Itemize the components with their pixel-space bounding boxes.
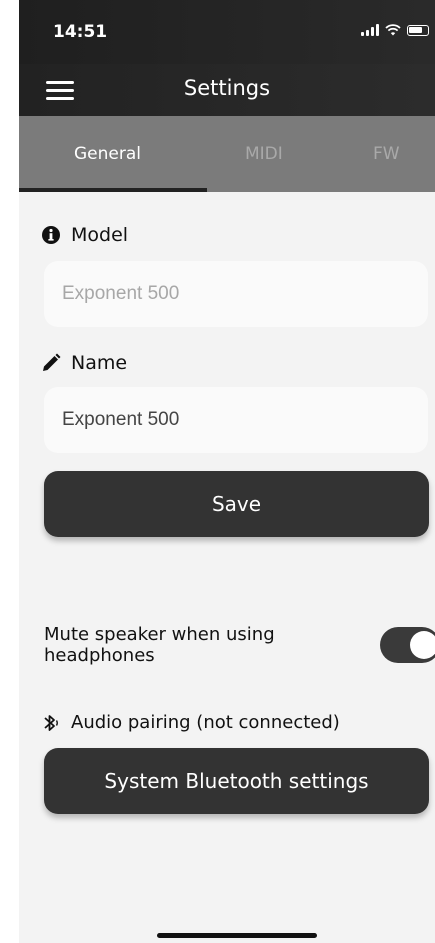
audio-pairing-label: Audio pairing (not connected) <box>41 712 340 733</box>
app-header: Settings <box>19 64 435 116</box>
system-bluetooth-settings-button[interactable]: System Bluetooth settings <box>44 748 429 814</box>
toggle-knob <box>410 631 435 659</box>
tab-midi[interactable]: MIDI <box>245 144 283 164</box>
status-time: 14:51 <box>53 22 108 42</box>
save-button[interactable]: Save <box>44 471 429 537</box>
battery-icon <box>407 24 429 36</box>
name-field[interactable] <box>44 387 428 453</box>
mute-speaker-label: Mute speaker when using headphones <box>44 624 275 666</box>
tab-fw[interactable]: FW <box>373 144 400 164</box>
name-label-text: Name <box>71 352 128 374</box>
home-indicator <box>157 933 317 938</box>
pencil-icon <box>43 353 61 371</box>
bluetooth-icon <box>44 714 58 731</box>
active-tab-indicator <box>19 188 207 192</box>
model-label: Model <box>41 224 128 246</box>
tab-bar: General MIDI FW <box>19 116 435 192</box>
tab-general[interactable]: General <box>74 144 141 164</box>
page-title: Settings <box>183 76 271 100</box>
status-bar: 14:51 <box>19 0 435 64</box>
left-edge-strip <box>0 0 19 943</box>
app-screen: 14:51 Settings General MIDI FW Model Exp… <box>19 0 435 943</box>
signal-icon <box>361 24 379 36</box>
audio-pairing-text: Audio pairing (not connected) <box>71 712 340 733</box>
info-icon <box>42 226 60 244</box>
mute-speaker-toggle[interactable] <box>380 627 435 663</box>
name-label: Name <box>41 352 127 374</box>
model-field <box>44 261 428 327</box>
model-label-text: Model <box>71 224 129 246</box>
status-icons <box>361 24 429 36</box>
wifi-icon <box>385 24 401 36</box>
